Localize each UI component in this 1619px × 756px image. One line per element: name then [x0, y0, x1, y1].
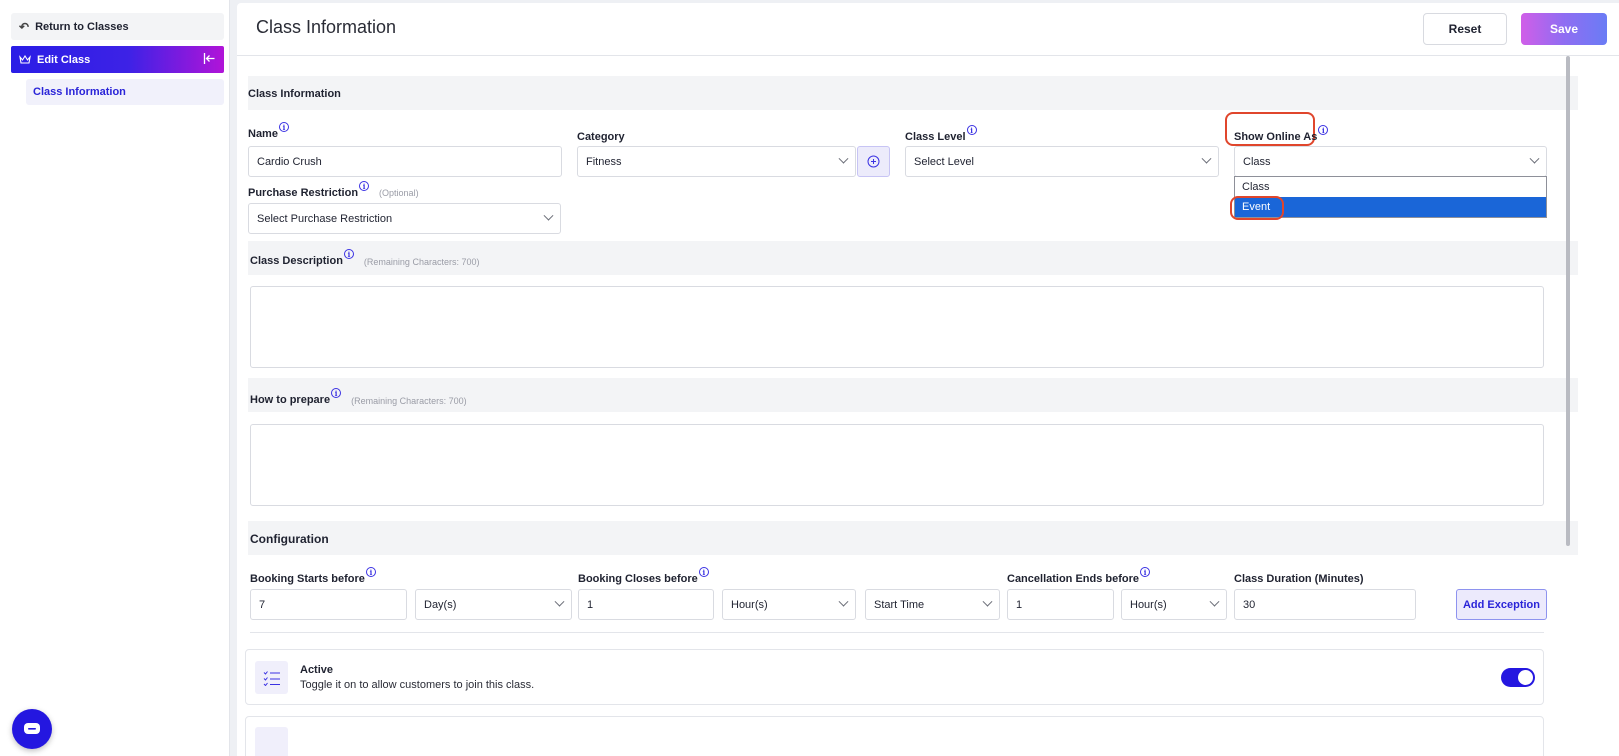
chevron-down-icon [1209, 596, 1220, 607]
info-icon[interactable]: i [278, 122, 289, 132]
back-arrow-icon: ↶ [19, 19, 30, 34]
page-title: Class Information [256, 17, 397, 37]
active-toggle[interactable] [1501, 668, 1535, 687]
booking-closes-unit-select[interactable]: Hour(s) [722, 589, 856, 620]
booking-closes-reference-select[interactable]: Start Time [865, 589, 1000, 620]
chat-button[interactable] [12, 709, 52, 749]
crown-icon [19, 54, 31, 65]
return-to-classes-button[interactable]: ↶ Return to Classes [11, 13, 224, 40]
class-level-select[interactable]: Select Level [905, 146, 1219, 177]
chevron-down-icon [838, 596, 849, 607]
add-exception-button[interactable]: Add Exception [1456, 589, 1547, 620]
class-level-label: Class Level i [905, 125, 977, 143]
edit-class-label: Edit Class [37, 53, 91, 66]
chat-icon [23, 722, 41, 736]
show-online-as-select[interactable]: Class [1234, 146, 1547, 177]
checklist-icon [255, 661, 288, 694]
main-panel: Class Information Reset Save Class Infor… [237, 3, 1619, 756]
chevron-down-icon [838, 153, 849, 164]
configuration-section-header [248, 521, 1578, 555]
class-information-section-header: Class Information [248, 76, 1578, 110]
how-to-prepare-textarea[interactable] [250, 424, 1544, 506]
name-input[interactable]: Cardio Crush [248, 146, 562, 177]
booking-closes-input[interactable]: 1 [578, 589, 714, 620]
scrollbar-thumb[interactable] [1566, 56, 1570, 546]
section-title: Class Information [248, 88, 341, 100]
cancellation-ends-label: Cancellation Ends before i [1007, 567, 1151, 585]
active-subtitle: Toggle it on to allow customers to join … [300, 679, 535, 691]
active-setting-card: Active Toggle it on to allow customers t… [245, 649, 1544, 705]
info-icon[interactable]: i [365, 567, 376, 577]
category-label: Category [577, 131, 625, 143]
configuration-title: Configuration [250, 532, 329, 546]
dropdown-option-class[interactable]: Class [1235, 177, 1546, 197]
reset-button[interactable]: Reset [1423, 13, 1507, 45]
add-category-button[interactable] [857, 146, 890, 177]
return-label: Return to Classes [35, 20, 129, 33]
chevron-down-icon [982, 596, 993, 607]
highlight-ring [1230, 196, 1284, 220]
info-icon[interactable]: i [331, 388, 342, 398]
header-divider [237, 55, 1619, 56]
purchase-restriction-label: Purchase Restriction i (Optional) [248, 181, 419, 199]
class-duration-input[interactable]: 30 [1234, 589, 1416, 620]
next-setting-card [245, 716, 1544, 756]
class-duration-label: Class Duration (Minutes) [1234, 573, 1364, 585]
name-label: Name i [248, 122, 289, 140]
edit-class-header[interactable]: Edit Class [11, 46, 224, 73]
toggle-knob [1518, 670, 1533, 685]
info-icon[interactable]: i [1318, 125, 1329, 135]
chevron-down-icon [1201, 153, 1212, 164]
active-title: Active [300, 664, 334, 676]
divider [250, 632, 1544, 633]
cancellation-ends-unit-select[interactable]: Hour(s) [1121, 589, 1227, 620]
chevron-down-icon [543, 210, 554, 221]
info-icon[interactable]: i [966, 125, 977, 135]
sidebar: ↶ Return to Classes Edit Class Class Inf… [0, 0, 230, 756]
class-description-textarea[interactable] [250, 286, 1544, 368]
category-select[interactable]: Fitness [577, 146, 856, 177]
info-icon[interactable]: i [343, 249, 354, 259]
info-icon[interactable]: i [1140, 567, 1151, 577]
booking-starts-unit-select[interactable]: Day(s) [415, 589, 572, 620]
setting-icon [255, 727, 288, 756]
sidebar-item-class-information[interactable]: Class Information [26, 79, 224, 105]
class-description-label: Class Description i (Remaining Characters… [250, 249, 480, 267]
chevron-down-icon [1529, 153, 1540, 164]
purchase-restriction-select[interactable]: Select Purchase Restriction [248, 203, 561, 234]
sidebar-item-label: Class Information [33, 86, 126, 98]
save-button[interactable]: Save [1521, 13, 1607, 45]
chevron-down-icon [554, 596, 565, 607]
info-icon[interactable]: i [698, 567, 709, 577]
booking-closes-label: Booking Closes before i [578, 567, 709, 585]
info-icon[interactable]: i [359, 181, 370, 191]
how-to-prepare-label: How to prepare i (Remaining Characters: 7… [250, 388, 467, 406]
booking-starts-label: Booking Starts before i [250, 567, 376, 585]
plus-circle-icon [867, 155, 880, 168]
show-online-as-label: Show Online As i [1234, 125, 1329, 143]
booking-starts-input[interactable]: 7 [250, 589, 407, 620]
collapse-sidebar-icon[interactable] [203, 52, 216, 65]
cancellation-ends-input[interactable]: 1 [1007, 589, 1114, 620]
